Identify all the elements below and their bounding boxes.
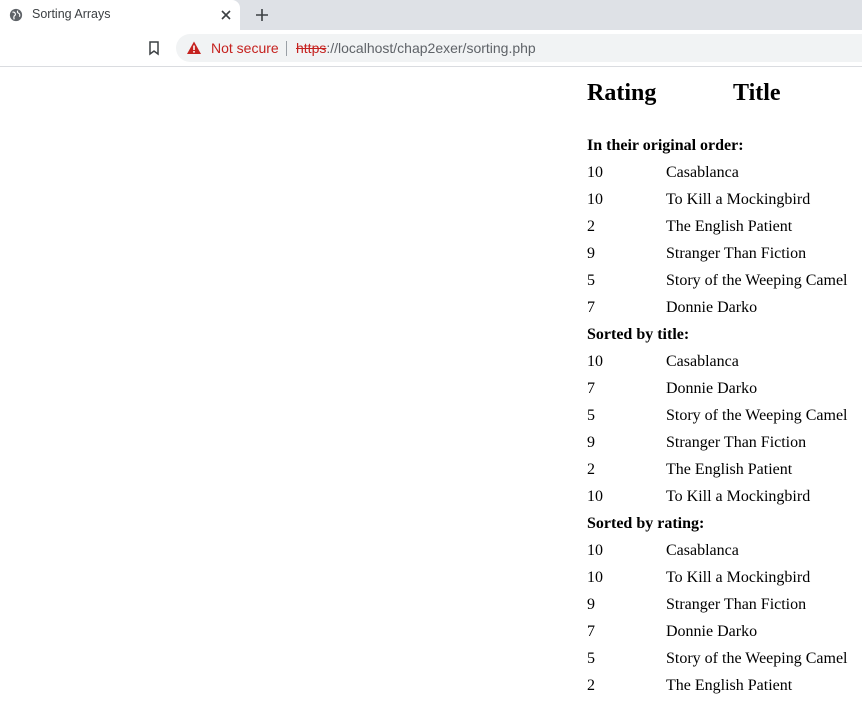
rating-cell: 10 [587,191,603,208]
table-row: 7 Donnie Darko [587,375,862,402]
rating-cell: 2 [587,677,595,694]
title-cell: Donnie Darko [666,623,758,640]
rating-cell: 10 [587,542,603,559]
table-row: 10 Casablanca [587,537,862,564]
table-row: 10 Casablanca [587,348,862,375]
url-path: ://localhost/chap2exer/sorting.php [326,40,536,56]
table-row: 10 To Kill a Mockingbird [587,483,862,510]
warning-icon[interactable] [186,40,202,56]
tab-title: Sorting Arrays [32,7,111,21]
url-text[interactable]: https://localhost/chap2exer/sorting.php [296,40,536,56]
rating-cell: 7 [587,380,595,397]
table-row: 5 Story of the Weeping Camel [587,645,862,672]
rating-cell: 2 [587,461,595,478]
table-row: 9 Stranger Than Fiction [587,591,862,618]
rating-column-header: Rating [587,80,657,106]
new-tab-plus-icon[interactable] [253,6,271,24]
title-cell: Stranger Than Fiction [666,596,807,613]
table-row: 7 Donnie Darko [587,618,862,645]
table-row: 5 Story of the Weeping Camel [587,267,862,294]
title-cell: Story of the Weeping Camel [666,407,848,424]
title-cell: Story of the Weeping Camel [666,650,848,667]
title-cell: The English Patient [666,677,793,694]
title-cell: Casablanca [666,353,739,370]
browser-toolbar: Not secure https://localhost/chap2exer/s… [0,30,862,67]
title-cell: Casablanca [666,164,739,181]
title-column-header: Title [733,80,781,106]
title-cell: Casablanca [666,542,739,559]
table-header: Rating Title [587,78,862,110]
title-cell: The English Patient [666,218,793,235]
section-original-order: In their original order: 10 Casablanca 10… [587,132,862,321]
address-bar[interactable]: Not secure https://localhost/chap2exer/s… [176,34,862,62]
table-row: 2 The English Patient [587,213,862,240]
section-sorted-by-rating: Sorted by rating: 10 Casablanca 10 To Kill… [587,510,862,699]
table-row: 9 Stranger Than Fiction [587,240,862,267]
table-row: 5 Story of the Weeping Camel [587,402,862,429]
table-row: 7 Donnie Darko [587,294,862,321]
title-cell: Story of the Weeping Camel [666,272,848,289]
section-heading: In their original order: [587,137,744,154]
rating-cell: 7 [587,299,595,316]
table-row: 2 The English Patient [587,672,862,699]
title-cell: To Kill a Mockingbird [666,191,811,208]
rating-cell: 5 [587,407,595,424]
rating-cell: 9 [587,596,595,613]
section-heading: Sorted by rating: [587,515,705,532]
url-scheme: https [296,40,327,56]
tab-strip: Sorting Arrays [0,0,862,30]
close-icon[interactable] [219,8,233,22]
table-row: 10 Casablanca [587,159,862,186]
tab-sorting-arrays[interactable]: Sorting Arrays [0,0,240,30]
rating-cell: 10 [587,488,603,505]
rating-cell: 9 [587,245,595,262]
rating-cell: 10 [587,164,603,181]
section-heading: Sorted by title: [587,326,690,343]
rating-cell: 10 [587,353,603,370]
section-sorted-by-title: Sorted by title: 10 Casablanca 7 Donnie Da… [587,321,862,510]
rating-cell: 7 [587,623,595,640]
rating-cell: 2 [587,218,595,235]
bookmark-icon[interactable] [146,40,162,56]
divider [286,41,287,56]
title-cell: Stranger Than Fiction [666,245,807,262]
table-row: 10 To Kill a Mockingbird [587,186,862,213]
table-row: 9 Stranger Than Fiction [587,429,862,456]
title-cell: To Kill a Mockingbird [666,569,811,586]
table-row: 10 To Kill a Mockingbird [587,564,862,591]
title-cell: Donnie Darko [666,299,758,316]
table-row: 2 The English Patient [587,456,862,483]
rating-cell: 5 [587,272,595,289]
rating-cell: 5 [587,650,595,667]
rating-cell: 9 [587,434,595,451]
title-cell: Stranger Than Fiction [666,434,807,451]
title-cell: The English Patient [666,461,793,478]
page-content: Rating Title In their original order: 10… [587,78,862,699]
globe-icon [9,8,23,22]
title-cell: To Kill a Mockingbird [666,488,811,505]
rating-cell: 10 [587,569,603,586]
security-status[interactable]: Not secure [211,40,279,56]
title-cell: Donnie Darko [666,380,758,397]
